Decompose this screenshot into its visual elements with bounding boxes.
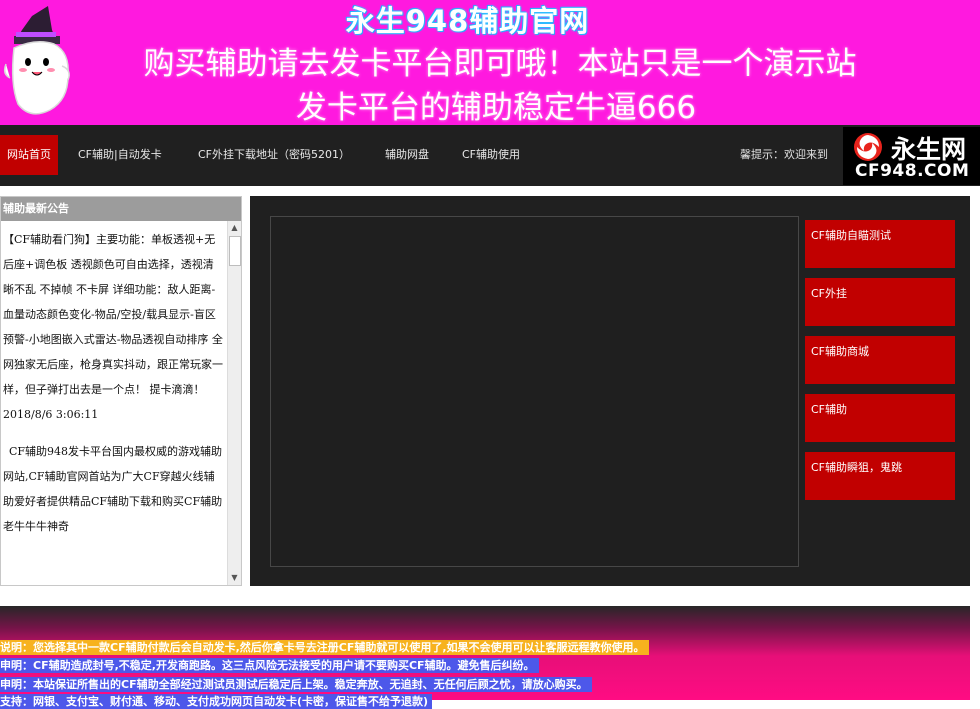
nav-item-netdisk[interactable]: 辅助网盘 [385, 135, 429, 175]
announcement-header: 辅助最新公告 [1, 197, 241, 221]
site-banner: 永生948辅助官网 购买辅助请去发卡平台即可哦！本站只是一个演示站 发卡平台的辅… [0, 0, 980, 125]
announcement-paragraph: CF辅助948发卡平台国内最权威的游戏辅助网站,CF辅助官网首站为广大CF穿越火… [3, 445, 223, 533]
side-link-shop[interactable]: CF辅助商城 [805, 336, 955, 384]
side-link-aimbot-test[interactable]: CF辅助自瞄测试 [805, 220, 955, 268]
nav-item-auto-card[interactable]: CF辅助|自动发卡 [78, 135, 162, 175]
video-player-frame[interactable] [270, 216, 799, 567]
nav-item-home[interactable]: 网站首页 [0, 135, 58, 175]
banner-title: 永生948辅助官网 [345, 4, 590, 38]
scroll-thumb[interactable] [229, 236, 241, 266]
scroll-down-arrow-icon[interactable]: ▼ [228, 571, 241, 585]
nav-item-usage[interactable]: CF辅助使用 [462, 135, 520, 175]
side-link-quickscope[interactable]: CF辅助瞬狙，鬼跳 [805, 452, 955, 500]
main-content-area: CF辅助自瞄测试 CF外挂 CF辅助商城 CF辅助 CF辅助瞬狙，鬼跳 [250, 196, 970, 586]
announcement-content: 【CF辅助看门狗】主要功能：单板透视+无后座+调色板 透视颜色可自由选择，透视清… [1, 227, 225, 582]
announcement-scrollbar[interactable]: ▲ ▼ [227, 221, 241, 585]
disclaimer-line: 申明：CF辅助造成封号,不稳定,开发商跑路。这三点风险无法接受的用户请不要购买C… [0, 658, 539, 673]
banner-notice-line-1: 购买辅助请去发卡平台即可哦！本站只是一个演示站 [143, 46, 857, 82]
main-nav: 网站首页 CF辅助|自动发卡 CF外挂下载地址（密码5201） 辅助网盘 CF辅… [0, 125, 980, 186]
announcement-paragraph: 【CF辅助看门狗】主要功能：单板透视+无后座+调色板 透视颜色可自由选择，透视清… [3, 233, 223, 396]
disclaimer-line: 支持：网银、支付宝、财付通、移动、支付成功网页自动发卡(卡密，保证售不给予退款) [0, 694, 433, 709]
banner-notice-line-2: 发卡平台的辅助稳定牛逼666 [295, 90, 697, 125]
disclaimer-line: 申明：本站保证所售出的CF辅助全部经过测试员测试后稳定后上架。稳定奔放、无追封、… [0, 677, 592, 692]
nav-welcome-tip: 馨提示：欢迎来到 [740, 148, 828, 161]
side-link-cf-assist[interactable]: CF辅助 [805, 394, 955, 442]
announcement-date: 2018/8/6 3:06:11 [3, 408, 99, 421]
logo-domain-text: CF948.COM [855, 161, 970, 181]
nav-item-download[interactable]: CF外挂下载地址（密码5201） [198, 135, 350, 175]
scroll-up-arrow-icon[interactable]: ▲ [228, 221, 241, 235]
disclaimer-line: 说明：您选择其中一款CF辅助付款后会自动发卡,然后你拿卡号去注册CF辅助就可以使… [0, 640, 649, 655]
swirl-logo-icon [854, 133, 882, 161]
announcement-panel: 辅助最新公告 【CF辅助看门狗】主要功能：单板透视+无后座+调色板 透视颜色可自… [0, 196, 242, 586]
side-link-cf-hack[interactable]: CF外挂 [805, 278, 955, 326]
site-logo[interactable]: 永生网 CF948.COM [843, 127, 980, 185]
